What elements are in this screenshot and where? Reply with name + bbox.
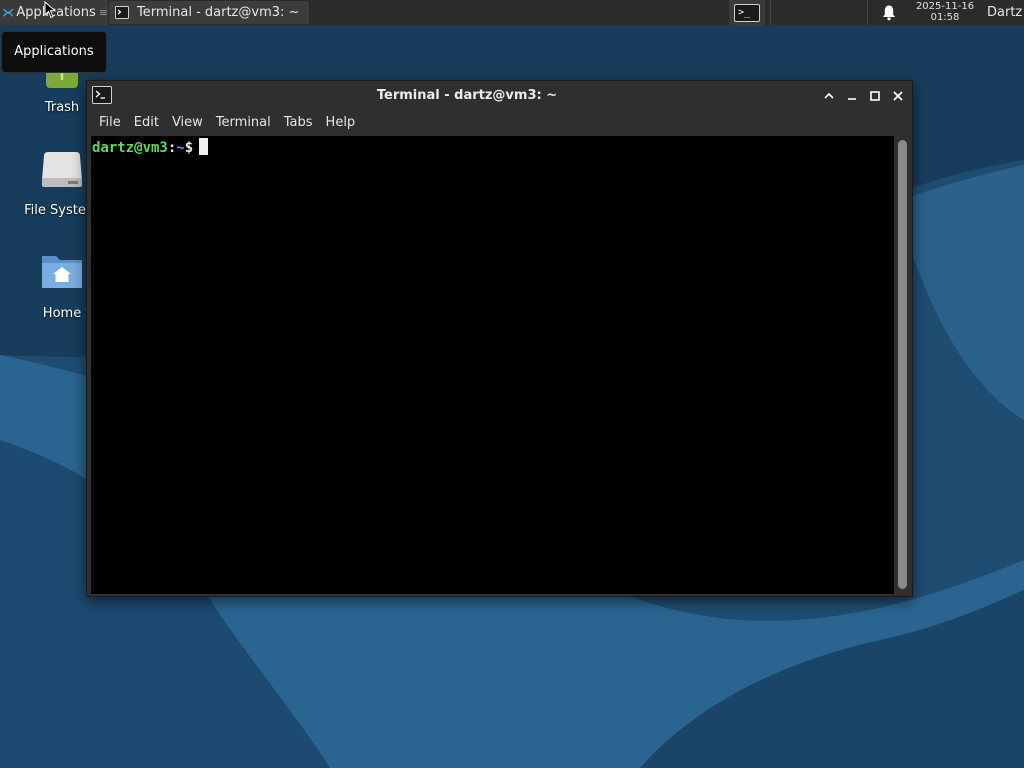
clock-time: 01:58	[930, 12, 960, 23]
terminal-output-area[interactable]: dartz@vm3:~$	[91, 136, 894, 594]
menu-terminal[interactable]: Terminal	[210, 111, 277, 135]
minimize-icon	[848, 98, 856, 100]
menu-help[interactable]: Help	[320, 111, 362, 135]
clock-date: 2025-11-16	[915, 1, 975, 12]
taskbar-item-label: Terminal - dartz@vm3: ~	[137, 5, 300, 20]
window-titlebar[interactable]: Terminal - dartz@vm3: ~	[87, 81, 912, 111]
terminal-icon	[92, 86, 112, 104]
menu-view[interactable]: View	[166, 111, 209, 135]
prompt-user-host: dartz@vm3	[92, 140, 168, 156]
applications-tooltip: Applications	[1, 31, 107, 73]
panel-separator	[867, 0, 868, 25]
menu-edit[interactable]: Edit	[128, 111, 165, 135]
terminal-window: Terminal - dartz@vm3: ~ File Edit View T…	[86, 80, 913, 597]
notification-bell-icon[interactable]	[881, 4, 897, 21]
window-title: Terminal - dartz@vm3: ~	[376, 88, 558, 103]
user-menu[interactable]: Dartz	[987, 0, 1022, 25]
text-cursor	[199, 138, 209, 155]
terminal-scrollbar[interactable]	[894, 136, 912, 594]
close-button[interactable]	[889, 87, 907, 105]
terminal-launcher-button[interactable]: >_	[729, 0, 765, 25]
home-folder-icon	[42, 256, 82, 288]
menu-tabs[interactable]: Tabs	[278, 111, 319, 135]
applications-menu-separator: ≡	[98, 6, 108, 19]
maximize-button[interactable]	[866, 87, 884, 105]
taskbar-item-terminal[interactable]: Terminal - dartz@vm3: ~	[109, 1, 309, 24]
scrollbar-thumb[interactable]	[898, 140, 907, 589]
window-menubar: File Edit View Terminal Tabs Help	[87, 111, 912, 135]
menu-file[interactable]: File	[93, 111, 127, 135]
minimize-button[interactable]	[843, 87, 861, 105]
terminal-launcher-icon: >_	[734, 3, 760, 22]
prompt-path: ~	[176, 140, 185, 156]
panel-clock[interactable]: 2025-11-16 01:58	[906, 1, 984, 24]
chevron-up-icon	[824, 92, 834, 99]
maximize-icon	[870, 91, 880, 101]
applications-menu-label: Applications	[16, 5, 96, 20]
prompt-symbol: $	[184, 140, 194, 156]
panel-separator	[770, 0, 771, 25]
shade-button[interactable]	[820, 87, 838, 105]
close-icon	[893, 91, 903, 101]
xfce-logo-icon	[3, 8, 14, 17]
shell-prompt: dartz@vm3:~$	[92, 138, 209, 156]
drive-icon	[42, 152, 82, 187]
terminal-icon	[115, 6, 129, 19]
mouse-pointer-icon	[44, 1, 56, 19]
top-panel: Applications ≡ Terminal - dartz@vm3: ~ >…	[0, 0, 1024, 25]
